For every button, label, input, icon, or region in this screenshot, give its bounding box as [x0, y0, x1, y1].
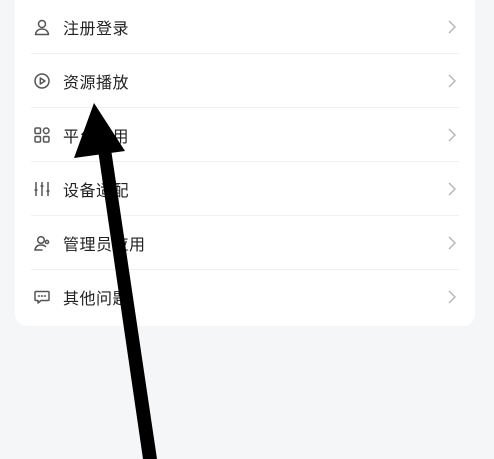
sliders-icon: [33, 180, 51, 198]
chevron-right-icon: [448, 236, 457, 250]
help-menu-card: 注册登录 资源播放 平台应用 设备适配 管理员应用 其他问题: [15, 0, 475, 326]
chat-bubble-icon: [33, 288, 51, 306]
menu-item-label: 管理员应用: [63, 235, 146, 254]
menu-item-label: 平台应用: [63, 127, 130, 146]
menu-item-device-adaptation[interactable]: 设备适配: [15, 162, 475, 216]
menu-item-platform-apps[interactable]: 平台应用: [15, 108, 475, 162]
chevron-right-icon: [448, 74, 457, 88]
chevron-right-icon: [448, 290, 457, 304]
menu-item-label: 注册登录: [63, 19, 130, 38]
menu-item-register-login[interactable]: 注册登录: [15, 0, 475, 54]
chevron-right-icon: [448, 20, 457, 34]
menu-item-resource-playback[interactable]: 资源播放: [15, 54, 475, 108]
chevron-right-icon: [448, 182, 457, 196]
grid-apps-icon: [33, 126, 51, 144]
menu-item-other-questions[interactable]: 其他问题: [15, 270, 475, 324]
chevron-right-icon: [448, 128, 457, 142]
play-circle-icon: [33, 72, 51, 90]
menu-item-admin-apps[interactable]: 管理员应用: [15, 216, 475, 270]
menu-item-label: 其他问题: [63, 289, 130, 308]
admin-user-icon: [33, 234, 51, 252]
user-icon: [33, 18, 51, 36]
menu-item-label: 资源播放: [63, 73, 130, 92]
menu-item-label: 设备适配: [63, 181, 130, 200]
